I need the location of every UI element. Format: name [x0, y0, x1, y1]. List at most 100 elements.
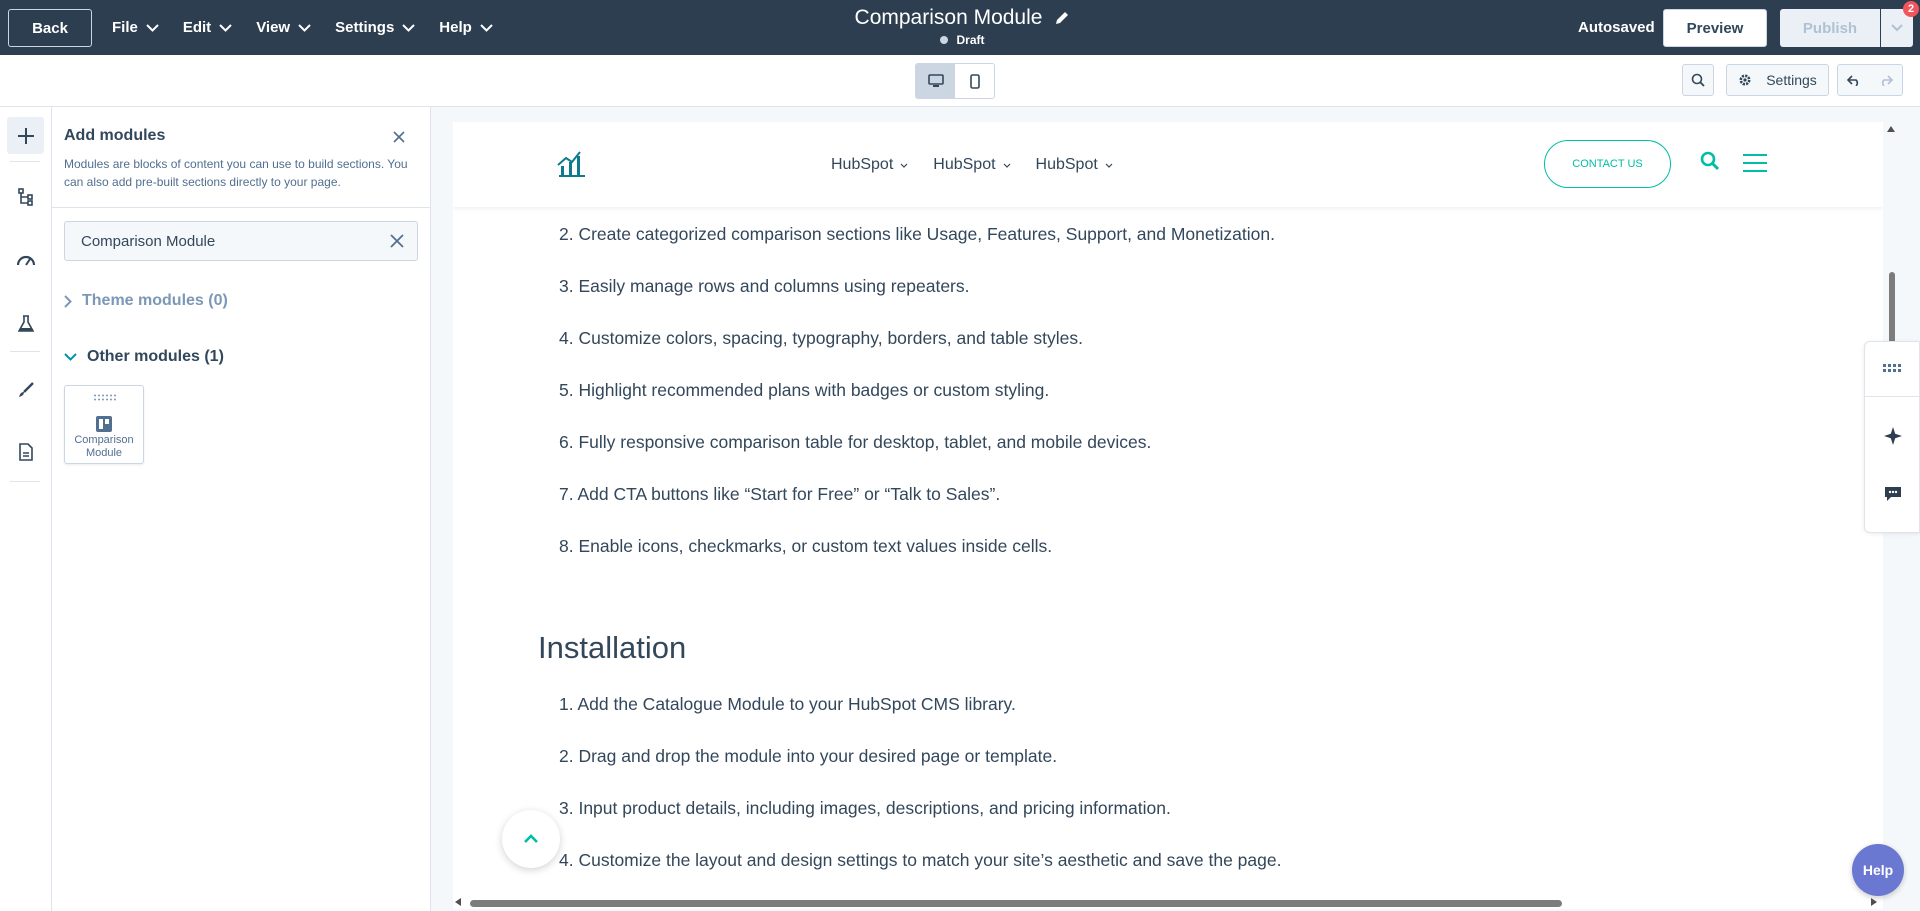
grid-tool-button[interactable]: [1865, 342, 1920, 394]
chevron-down-icon: [900, 163, 908, 168]
search-value: Comparison Module: [81, 233, 216, 250]
feature-item: 5. Highlight recommended plans with badg…: [559, 380, 1050, 400]
add-modules-tab[interactable]: [7, 117, 44, 154]
module-icon: [96, 416, 112, 432]
chat-icon: [1885, 487, 1901, 501]
panel-header: Add modules Modules are blocks of conten…: [52, 107, 431, 208]
site-header[interactable]: HubSpot HubSpot HubSpot CONTACT US: [453, 122, 1883, 207]
settings-button[interactable]: Settings: [1726, 64, 1829, 96]
layers-tab[interactable]: [7, 178, 44, 215]
other-modules-group[interactable]: Other modules (1): [64, 348, 224, 366]
notification-badge[interactable]: 2: [1903, 1, 1919, 17]
nav-item[interactable]: HubSpot: [933, 156, 1010, 174]
back-button[interactable]: Back: [8, 9, 92, 47]
horizontal-scrollbar-thumb[interactable]: [470, 900, 1562, 907]
chevron-up-icon: [524, 834, 538, 843]
feature-item: 7. Add CTA buttons like “Start for Free”…: [559, 484, 1001, 504]
installation-step: 1. Add the Catalogue Module to your HubS…: [559, 694, 1016, 714]
rail-divider: [10, 481, 40, 482]
ai-assistant-button[interactable]: [1865, 410, 1920, 462]
theme-modules-group[interactable]: Theme modules (0): [64, 292, 228, 310]
chevron-down-icon: [298, 23, 311, 32]
undo-icon: [1847, 75, 1859, 86]
menu-view[interactable]: View: [256, 19, 311, 36]
back-to-top-button[interactable]: [502, 810, 560, 868]
strip-divider: [1865, 396, 1920, 397]
clear-search-icon[interactable]: [389, 233, 405, 249]
comparison-module-card[interactable]: Comparison Module: [64, 385, 144, 464]
preview-button[interactable]: Preview: [1663, 9, 1767, 47]
feature-item: 8. Enable icons, checkmarks, or custom t…: [559, 536, 1053, 556]
installation-step: 2. Drag and drop the module into your de…: [559, 746, 1058, 766]
redo-icon: [1881, 75, 1893, 86]
page-canvas: HubSpot HubSpot HubSpot CONTACT US 2. Cr…: [431, 107, 1920, 911]
scroll-up-arrow-icon[interactable]: [1886, 125, 1896, 133]
search-icon[interactable]: [1700, 151, 1720, 171]
site-logo-icon: [557, 151, 585, 177]
document-title[interactable]: Comparison Module: [855, 6, 1071, 30]
desktop-icon: [927, 74, 944, 87]
document-title-area: Comparison Module Draft: [845, 6, 1080, 47]
chevron-down-icon: [64, 353, 77, 361]
close-panel-button[interactable]: [390, 128, 408, 146]
gauge-icon: [16, 255, 35, 266]
scroll-right-arrow-icon[interactable]: [1870, 897, 1878, 907]
test-tab[interactable]: [7, 305, 44, 342]
panel-title: Add modules: [64, 127, 166, 144]
optimize-tab[interactable]: [7, 241, 44, 278]
hamburger-menu-icon[interactable]: [1743, 153, 1767, 173]
gear-icon: [1739, 74, 1751, 86]
comments-button[interactable]: [1865, 468, 1920, 520]
menu-edit[interactable]: Edit: [183, 19, 232, 36]
installation-step: 4. Customize the layout and design setti…: [559, 850, 1282, 870]
device-toggle: [915, 63, 995, 99]
pencil-icon[interactable]: [1054, 10, 1070, 26]
close-icon: [393, 131, 405, 143]
top-bar: Back File Edit View Settings Help Compar…: [0, 0, 1920, 55]
menu-help[interactable]: Help: [439, 19, 493, 36]
autosaved-label: Autosaved: [1578, 19, 1655, 36]
drag-handle-icon[interactable]: [93, 394, 117, 401]
add-modules-panel: Add modules Modules are blocks of conten…: [52, 107, 431, 911]
chevron-down-icon: [219, 23, 232, 32]
module-card-label: Comparison Module: [74, 434, 134, 459]
redo-button[interactable]: [1870, 65, 1902, 95]
module-search-input[interactable]: Comparison Module: [64, 221, 418, 261]
chevron-down-icon: [1891, 24, 1903, 32]
status-badge: Draft: [845, 33, 1080, 47]
scroll-left-arrow-icon[interactable]: [454, 897, 462, 907]
feature-item: 4. Customize colors, spacing, typography…: [559, 328, 1083, 348]
help-button[interactable]: Help: [1852, 844, 1904, 896]
mobile-icon: [969, 73, 980, 89]
menu-file[interactable]: File: [112, 19, 159, 36]
nav-item[interactable]: HubSpot: [1036, 156, 1113, 174]
nav-item[interactable]: HubSpot: [831, 156, 908, 174]
search-button[interactable]: [1682, 64, 1714, 96]
sparkle-icon: [1884, 427, 1902, 445]
installation-step: 3. Input product details, including imag…: [559, 798, 1171, 818]
feature-item: 6. Fully responsive comparison table for…: [559, 432, 1152, 452]
page-settings-tab[interactable]: [7, 433, 44, 470]
feature-item: 2. Create categorized comparison section…: [559, 224, 1275, 244]
tree-icon: [17, 187, 33, 206]
left-icon-rail: [0, 107, 52, 911]
design-tab[interactable]: [7, 371, 44, 408]
undo-redo-group: [1837, 64, 1903, 96]
installation-heading: Installation: [538, 630, 687, 665]
feature-item: 3. Easily manage rows and columns using …: [559, 276, 970, 296]
menu-settings[interactable]: Settings: [335, 19, 416, 36]
grid-dots-icon: [1883, 364, 1901, 372]
flask-icon: [17, 314, 34, 332]
main-menu: File Edit View Settings Help: [112, 0, 517, 55]
panel-description: Modules are blocks of content you can us…: [64, 157, 408, 189]
chevron-down-icon: [402, 23, 416, 32]
document-icon: [18, 442, 33, 461]
rail-divider: [10, 351, 40, 352]
publish-button[interactable]: Publish: [1780, 9, 1880, 47]
desktop-view-button[interactable]: [916, 64, 955, 98]
contact-us-button[interactable]: CONTACT US: [1544, 140, 1671, 188]
page-preview[interactable]: HubSpot HubSpot HubSpot CONTACT US 2. Cr…: [453, 122, 1883, 909]
mobile-view-button[interactable]: [955, 64, 994, 98]
vertical-scrollbar-thumb[interactable]: [1889, 272, 1895, 344]
undo-button[interactable]: [1838, 65, 1870, 95]
